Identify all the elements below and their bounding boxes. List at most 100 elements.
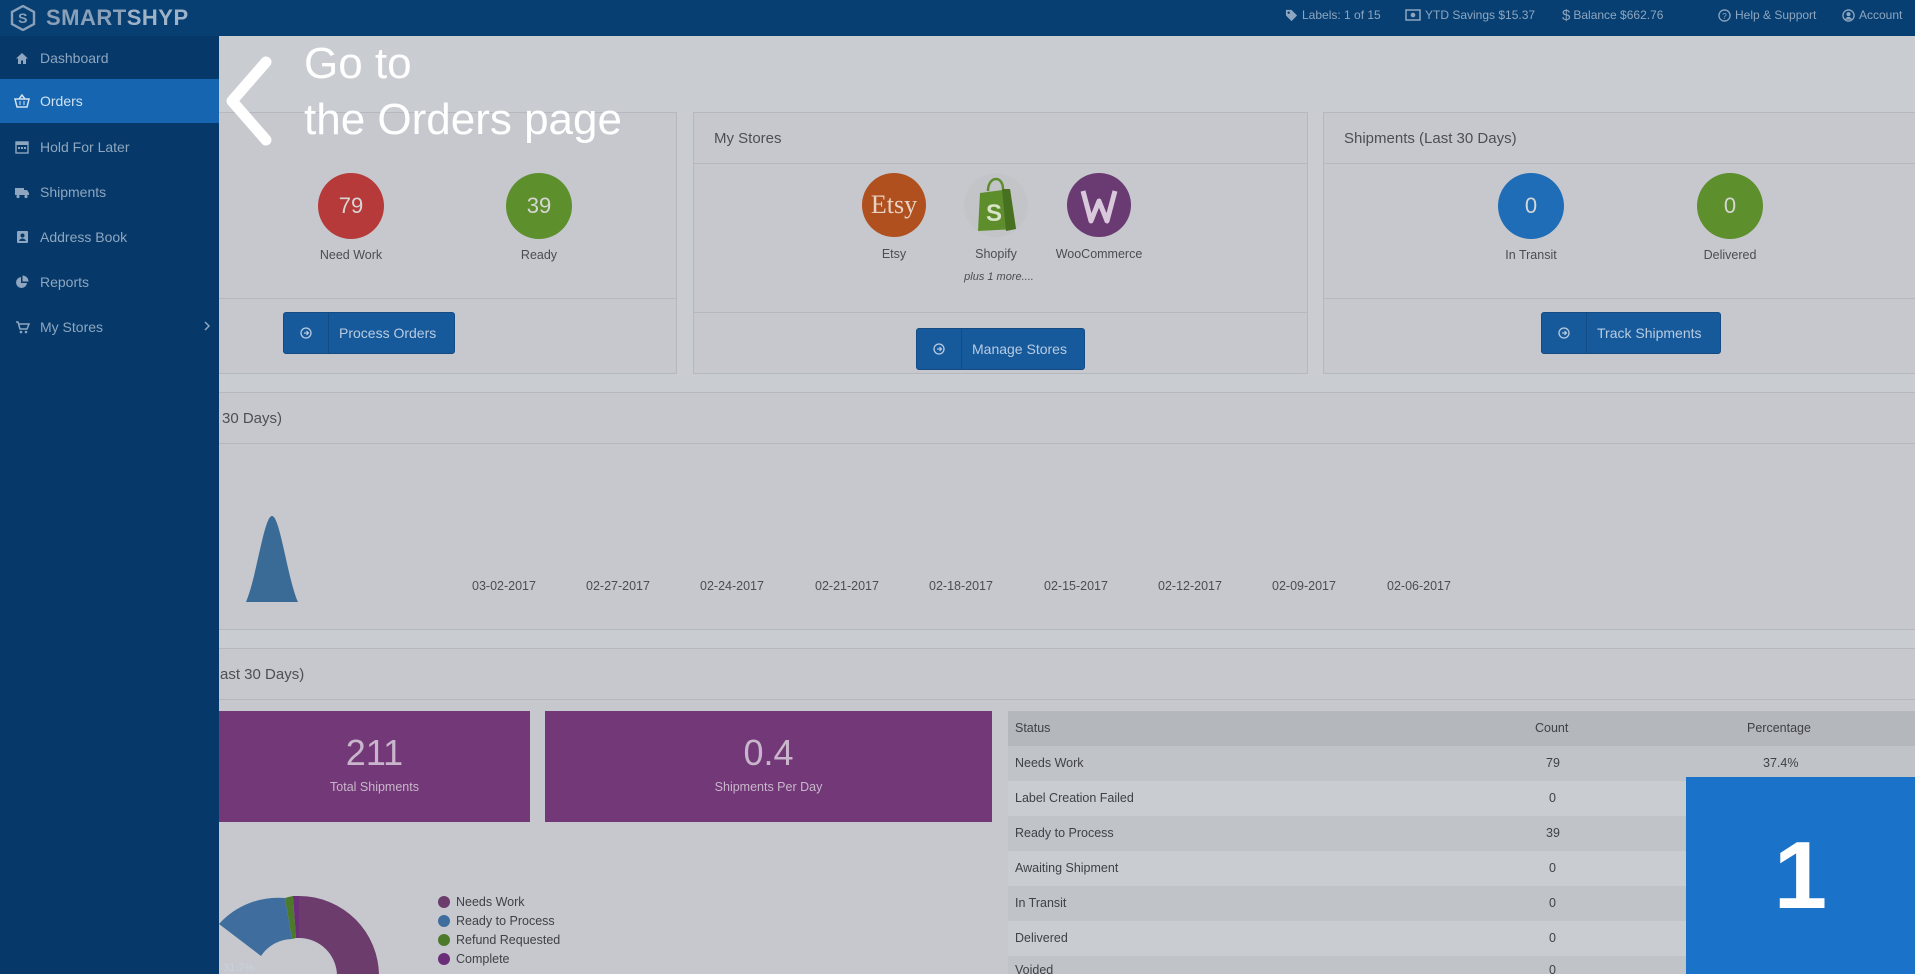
in-transit-circle[interactable]: 0 (1498, 173, 1564, 239)
panel-divider (694, 163, 1307, 164)
pie-slice-needs-work (299, 896, 379, 974)
sidebar-item-reports[interactable]: Reports (0, 260, 219, 304)
need-work-count: 79 (338, 193, 364, 218)
chevron-right-icon (204, 321, 211, 331)
shopify-label: Shopify (975, 247, 1017, 261)
chart-tick-label: 02-06-2017 (1387, 579, 1451, 593)
more-stores-text: plus 1 more.... (964, 271, 1034, 283)
address-book-icon (14, 229, 30, 245)
shipments-title: Shipments (Last 30 Days) (1344, 130, 1517, 147)
tutorial-line-1: Go to (304, 39, 412, 88)
pie-slice-ready-to-process (219, 897, 292, 956)
sidebar-item-orders[interactable]: Orders (0, 79, 219, 123)
my-stores-title: My Stores (714, 130, 782, 147)
labels-counter[interactable]: Labels: 1 of 15 (1285, 0, 1381, 30)
track-shipments-label: Track Shipments (1597, 325, 1702, 341)
total-shipments-tile: 211 Total Shipments (219, 711, 530, 822)
ready-circle[interactable]: 39 (506, 173, 572, 239)
cart-icon (14, 319, 30, 335)
shipments-per-day-tile: 0.4 Shipments Per Day (545, 711, 992, 822)
in-transit-count: 0 (1524, 193, 1538, 218)
balance-text: Balance $662.76 (1573, 8, 1664, 22)
tag-icon (1285, 9, 1298, 21)
sidebar-item-label: Dashboard (40, 50, 109, 66)
help-support-link[interactable]: ? Help & Support (1718, 0, 1816, 30)
tutorial-line-2: the Orders page (304, 95, 622, 144)
panel-divider (219, 443, 1915, 444)
sidebar-item-label: Hold For Later (40, 139, 130, 155)
sidebar-item-label: Orders (40, 93, 83, 109)
delivered-circle[interactable]: 0 (1697, 173, 1763, 239)
brand-logo[interactable]: S SMART SHYP (10, 4, 189, 32)
manage-stores-button[interactable]: Manage Stores (916, 328, 1085, 370)
shipments-per-day-label: Shipments Per Day (714, 780, 823, 794)
legend-item-ready-to-process: Ready to Process (438, 914, 555, 928)
tutorial-step-badge: 1 (1686, 777, 1915, 974)
sidebar-item-my-stores[interactable]: My Stores (0, 305, 219, 349)
shopify-logo[interactable]: S (964, 173, 1028, 237)
sidebar-item-shipments[interactable]: Shipments (0, 170, 219, 214)
pie-percent-label: 31.7% (223, 962, 254, 974)
shipments-per-day-value: 0.4 (743, 732, 794, 773)
svg-text:?: ? (1722, 10, 1727, 20)
legend-item-refund-requested: Refund Requested (438, 933, 560, 947)
woocommerce-label: WooCommerce (1055, 247, 1143, 261)
column-header-status: Status (1015, 721, 1051, 735)
chart-tick-label: 02-21-2017 (815, 579, 879, 593)
ready-count: 39 (526, 193, 552, 218)
smartshyp-logo-icon: S (10, 5, 36, 31)
pie-chart-icon (14, 274, 30, 290)
sidebar-item-dashboard[interactable]: Dashboard (0, 36, 219, 80)
dollar-icon: $ (1562, 6, 1571, 24)
brand-name-part2: SHYP (126, 5, 189, 30)
balance[interactable]: $ Balance $662.76 (1562, 0, 1663, 30)
tutorial-instruction: Go to the Orders page (304, 36, 622, 148)
legend-item-complete: Complete (438, 952, 510, 966)
column-header-percentage: Percentage (1747, 721, 1811, 735)
in-transit-label: In Transit (1505, 248, 1557, 262)
main-content: 79 Need Work 39 Ready Process Orders My … (219, 36, 1915, 974)
chart-tick-label: 03-02-2017 (472, 579, 536, 593)
sidebar-item-hold-for-later[interactable]: Hold For Later (0, 125, 219, 169)
legend-item-needs-work: Needs Work (438, 895, 525, 909)
woocommerce-logo[interactable] (1067, 173, 1131, 237)
chart-tick-label: 02-12-2017 (1158, 579, 1222, 593)
svg-text:S: S (18, 10, 28, 26)
home-icon (14, 50, 30, 66)
panel-divider (694, 312, 1307, 313)
my-stores-panel: My Stores Etsy Etsy S Shopify WooCommerc… (693, 112, 1308, 374)
chart-tick-label: 02-27-2017 (586, 579, 650, 593)
track-shipments-button[interactable]: Track Shipments (1541, 312, 1721, 354)
basket-icon (14, 93, 30, 109)
etsy-logo[interactable]: Etsy (862, 173, 926, 237)
stats-title: ast 30 Days) (220, 666, 305, 683)
truck-icon (14, 184, 30, 200)
money-icon (1405, 9, 1421, 21)
need-work-label: Need Work (319, 248, 383, 262)
chart-title: 30 Days) (222, 410, 283, 427)
chart-tick-label: 02-09-2017 (1272, 579, 1336, 593)
account-link[interactable]: Account (1842, 0, 1902, 30)
question-circle-icon: ? (1718, 8, 1731, 22)
sidebar-item-address-book[interactable]: Address Book (0, 215, 219, 259)
sidebar: Dashboard Orders Hold For Later Shipment… (0, 36, 219, 974)
arrow-circle-right-icon (284, 313, 329, 353)
chart-tick-label: 02-24-2017 (700, 579, 764, 593)
sidebar-item-label: My Stores (40, 319, 104, 335)
shopify-bag-icon: S (978, 177, 1016, 231)
status-pie-chart: 31.7% (219, 895, 379, 974)
process-orders-button[interactable]: Process Orders (283, 312, 455, 354)
panel-divider (219, 298, 676, 299)
panel-divider (1324, 163, 1915, 164)
need-work-circle[interactable]: 79 (318, 173, 384, 239)
user-circle-icon (1842, 8, 1855, 22)
back-arrow-icon (226, 56, 272, 146)
ytd-savings[interactable]: YTD Savings $15.37 (1405, 0, 1535, 30)
help-support-text: Help & Support (1735, 8, 1817, 22)
svg-text:S: S (986, 200, 1002, 227)
column-header-count: Count (1535, 721, 1569, 735)
total-shipments-value: 211 (345, 732, 404, 773)
sidebar-item-label: Address Book (40, 229, 128, 245)
shipments-panel: Shipments (Last 30 Days) 0 In Transit 0 … (1323, 112, 1915, 374)
arrow-circle-right-icon (1542, 313, 1587, 353)
